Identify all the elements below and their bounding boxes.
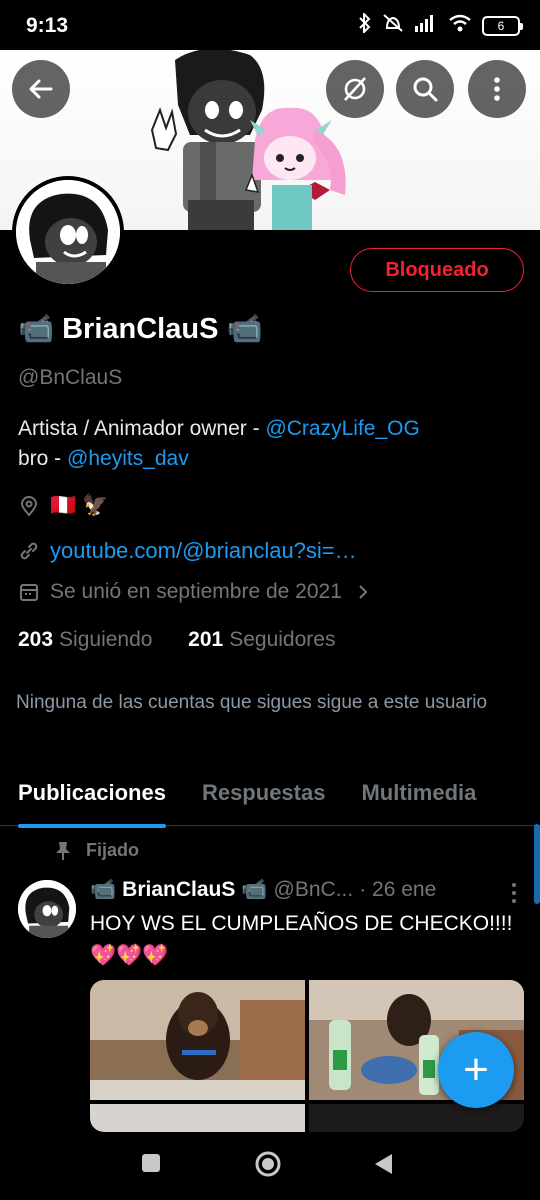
tweet-author-avatar[interactable] (18, 880, 76, 938)
arrow-left-icon (29, 79, 53, 99)
website-row: youtube.com/@brianclau?si=… (18, 538, 357, 564)
more-options-button[interactable] (468, 60, 526, 118)
status-bar: 9:13 6 (0, 0, 540, 50)
bio-mention-link[interactable]: @CrazyLife_OG (265, 417, 419, 440)
scroll-indicator (534, 824, 540, 904)
following-count: 203 (18, 628, 54, 651)
tweet-text: HOY WS EL CUMPLEAÑOS DE CHECKO!!!! 💖💖💖 (90, 912, 513, 967)
search-icon (413, 77, 438, 102)
video-camera-emoji: 📹 (226, 313, 263, 345)
tweet-author-handle: @BnC... (273, 878, 354, 901)
system-navigation-bar (0, 1134, 540, 1200)
chevron-right-icon (359, 585, 368, 599)
not-followed-notice: Ninguna de las cuentas que sigues sigue … (16, 692, 488, 713)
more-vertical-icon (512, 883, 516, 903)
avatar-image (16, 180, 120, 284)
profile-name: 📹 BrianClauS 📹 (18, 312, 263, 346)
tab-publicaciones[interactable]: Publicaciones (18, 772, 166, 828)
active-tab-indicator (18, 824, 166, 828)
tweet-photo[interactable] (90, 980, 305, 1100)
grok-button[interactable] (326, 60, 384, 118)
battery-icon: 6 (482, 15, 523, 36)
status-time: 9:13 (26, 14, 69, 37)
tweet-photo[interactable] (90, 1104, 305, 1132)
joined-row[interactable]: Se unió en septiembre de 2021 (18, 580, 374, 604)
pinned-label: Fijado (86, 840, 139, 860)
location-row: 🇵🇪 🦅 (18, 494, 108, 518)
bio-text: Artista / Animador owner - (18, 417, 266, 440)
calendar-icon (20, 584, 38, 601)
location-pin-icon (20, 496, 38, 517)
location-text: 🇵🇪 🦅 (50, 494, 109, 517)
following-link[interactable]: 203 Siguiendo (18, 628, 152, 651)
video-camera-emoji: 📹 (18, 313, 55, 345)
compose-button[interactable]: + (438, 1032, 514, 1108)
tweet-more-button[interactable] (510, 882, 518, 904)
status-icons: 6 (358, 11, 523, 38)
pinned-label-row: Fijado (54, 840, 139, 861)
grok-icon (344, 77, 366, 101)
home-button[interactable] (254, 1150, 282, 1183)
back-button[interactable] (12, 60, 70, 118)
follow-stats: 203 Siguiendo 201 Seguidores (18, 628, 335, 652)
square-icon (142, 1154, 160, 1172)
profile-bio: Artista / Animador owner - @CrazyLife_OG… (18, 414, 528, 474)
profile-handle: @BnClauS (18, 366, 123, 389)
followers-label: Seguidores (229, 628, 336, 651)
search-button[interactable] (396, 60, 454, 118)
pin-icon (56, 841, 70, 860)
tweet-header: 📹 BrianClauS 📹 @BnC... · 26 ene (90, 878, 436, 902)
wifi-icon (448, 14, 472, 37)
followers-count: 201 (188, 628, 224, 651)
tweet-author-name[interactable]: BrianClauS (122, 878, 235, 902)
tweet-photo[interactable] (309, 1104, 524, 1132)
bio-text: bro - (18, 447, 68, 470)
recents-button[interactable] (140, 1152, 162, 1179)
profile-tabs: Publicaciones Respuestas Multimedia (0, 772, 540, 828)
link-icon (20, 542, 38, 560)
tweet-date: · 26 ene (359, 878, 437, 901)
signal-icon (414, 14, 438, 37)
bio-mention-link[interactable]: @heyits_dav (67, 447, 189, 470)
tab-label: Publicaciones (18, 780, 166, 805)
bluetooth-icon (358, 11, 372, 38)
back-nav-button[interactable] (372, 1152, 394, 1181)
joined-text: Se unió en septiembre de 2021 (50, 580, 342, 603)
triangle-back-icon (375, 1154, 392, 1174)
profile-avatar[interactable] (12, 176, 124, 288)
video-camera-emoji: 📹 (241, 878, 268, 901)
circle-icon (255, 1151, 281, 1177)
website-link[interactable]: youtube.com/@brianclau?si=… (50, 538, 357, 564)
tab-multimedia[interactable]: Multimedia (361, 772, 476, 825)
tab-label: Respuestas (201, 780, 326, 805)
blocked-button[interactable]: Bloqueado (350, 248, 524, 292)
mute-icon (382, 13, 404, 38)
tab-respuestas[interactable]: Respuestas (202, 772, 326, 825)
video-camera-emoji: 📹 (90, 878, 117, 901)
followers-link[interactable]: 201 Seguidores (188, 628, 335, 651)
more-vertical-icon (494, 77, 500, 101)
tab-label: Multimedia (361, 780, 477, 805)
following-label: Siguiendo (59, 628, 153, 651)
display-name: BrianClauS (62, 312, 219, 345)
